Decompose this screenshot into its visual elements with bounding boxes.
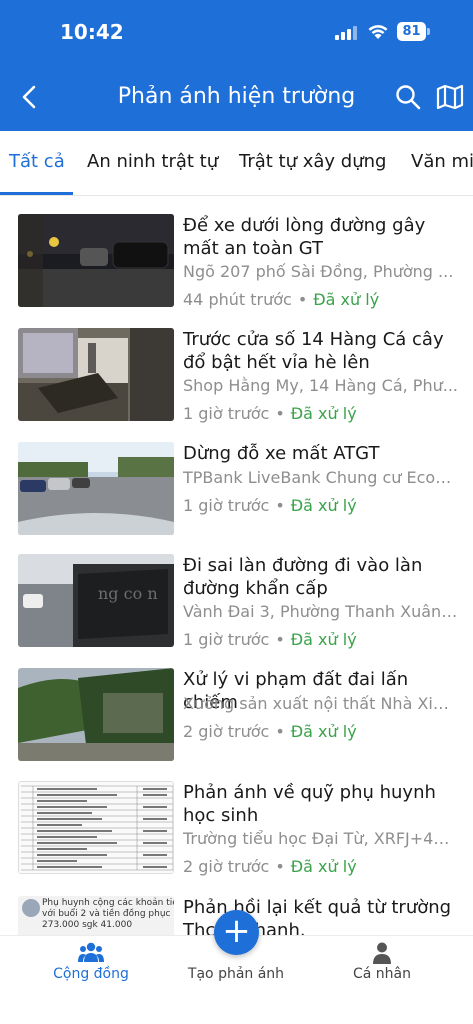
status-badge: Đã xử lý xyxy=(290,722,357,741)
nav-profile[interactable]: Cá nhân xyxy=(303,936,461,1024)
list-item[interactable]: Phản ánh về quỹ phụ huynh học sinh Trườn… xyxy=(0,781,473,881)
item-title: Phản ánh về quỹ phụ huynh học sinh xyxy=(183,782,436,826)
list-item[interactable]: Dừng đỗ xe mất ATGT TPBank LiveBank Chun… xyxy=(0,442,473,542)
report-thumbnail xyxy=(18,214,174,307)
thumbnail-caption: Phụ huynh cộng các khoản tiền với buổi 2… xyxy=(42,898,174,930)
status-badge: Đã xử lý xyxy=(290,496,357,515)
item-title: Đi sai làn đường đi vào làn đường khẩn c… xyxy=(183,555,423,599)
svg-text:ng co n: ng co n xyxy=(98,584,158,603)
item-meta: 1 giờ trước • Đã xử lý xyxy=(183,496,357,515)
item-address: Trường tiểu học Đại Từ, XRFJ+4R... xyxy=(183,829,458,848)
battery-icon: 81 xyxy=(397,22,431,41)
item-meta: 1 giờ trước • Đã xử lý xyxy=(183,630,357,649)
active-tab-indicator xyxy=(0,192,73,195)
avatar xyxy=(22,899,40,917)
search-icon[interactable] xyxy=(395,84,421,110)
status-badge: Đã xử lý xyxy=(313,290,380,309)
map-icon[interactable] xyxy=(436,84,464,110)
item-time: 2 giờ trước xyxy=(183,722,270,741)
community-icon xyxy=(78,942,104,962)
report-thumbnail xyxy=(18,781,174,874)
item-title: Trước cửa số 14 Hàng Cá cây đổ bật hết v… xyxy=(183,329,444,373)
list-item[interactable]: Để xe dưới lòng đường gây mất an toàn GT… xyxy=(0,214,473,314)
item-time: 1 giờ trước xyxy=(183,404,270,423)
top-bar: Phản ánh hiện trường xyxy=(0,62,473,131)
nav-label: Cộng đồng xyxy=(53,966,129,982)
nav-label: Tạo phản ánh xyxy=(187,966,285,982)
wifi-icon xyxy=(368,25,388,39)
item-meta: 2 giờ trước • Đã xử lý xyxy=(183,722,357,741)
report-thumbnail xyxy=(18,442,174,535)
tab-construction-order[interactable]: Trật tự xây dựng xyxy=(239,151,386,172)
person-icon xyxy=(373,942,391,964)
list-item[interactable]: Trước cửa số 14 Hàng Cá cây đổ bật hết v… xyxy=(0,328,473,428)
category-tabs: Tất cả An ninh trật tự Trật tự xây dựng … xyxy=(0,131,473,196)
item-address: Ngõ 207 phố Sài Đồng, Phường ... xyxy=(183,262,454,281)
item-time: 1 giờ trước xyxy=(183,630,270,649)
item-meta: 44 phút trước • Đã xử lý xyxy=(183,290,380,309)
status-time: 10:42 xyxy=(60,20,124,44)
list-item[interactable]: Xử lý vi phạm đất đai lấn chiếm Xưởng sả… xyxy=(0,668,473,768)
report-thumbnail: ng co n xyxy=(18,554,174,647)
item-address: Vành Đai 3, Phường Thanh Xuân,... xyxy=(183,602,458,621)
item-address: Xưởng sản xuất nội thất Nhà Xin... xyxy=(183,694,458,713)
item-address: TPBank LiveBank Chung cư Ecoh... xyxy=(183,468,458,487)
item-time: 2 giờ trước xyxy=(183,857,270,876)
tab-all[interactable]: Tất cả xyxy=(9,151,65,172)
report-thumbnail xyxy=(18,668,174,761)
item-time: 1 giờ trước xyxy=(183,496,270,515)
item-meta: 1 giờ trước • Đã xử lý xyxy=(183,404,357,423)
list-item[interactable]: ng co n Đi sai làn đường đi vào làn đườn… xyxy=(0,554,473,654)
status-badge: Đã xử lý xyxy=(290,630,357,649)
report-thumbnail xyxy=(18,328,174,421)
signal-icon xyxy=(335,24,359,40)
item-time: 44 phút trước xyxy=(183,290,292,309)
status-bar: 10:42 81 xyxy=(0,0,473,62)
nav-label: Cá nhân xyxy=(352,966,411,982)
battery-level: 81 xyxy=(397,22,426,41)
tab-security-order[interactable]: An ninh trật tự xyxy=(87,151,218,172)
item-title: Để xe dưới lòng đường gây mất an toàn GT xyxy=(183,215,426,259)
nav-community[interactable]: Cộng đồng xyxy=(12,936,170,1024)
report-thumbnail: Phụ huynh cộng các khoản tiền với buổi 2… xyxy=(18,896,174,936)
tab-culture[interactable]: Văn mi xyxy=(411,151,473,172)
plus-icon[interactable]: + xyxy=(214,910,259,955)
status-badge: Đã xử lý xyxy=(290,857,357,876)
item-meta: 2 giờ trước • Đã xử lý xyxy=(183,857,357,876)
item-address: Shop Hằng My, 14 Hàng Cá, Phư... xyxy=(183,376,458,395)
app-header: 10:42 81 Phản ánh hiện trường xyxy=(0,0,473,131)
status-badge: Đã xử lý xyxy=(290,404,357,423)
item-title: Dừng đỗ xe mất ATGT xyxy=(183,443,380,464)
